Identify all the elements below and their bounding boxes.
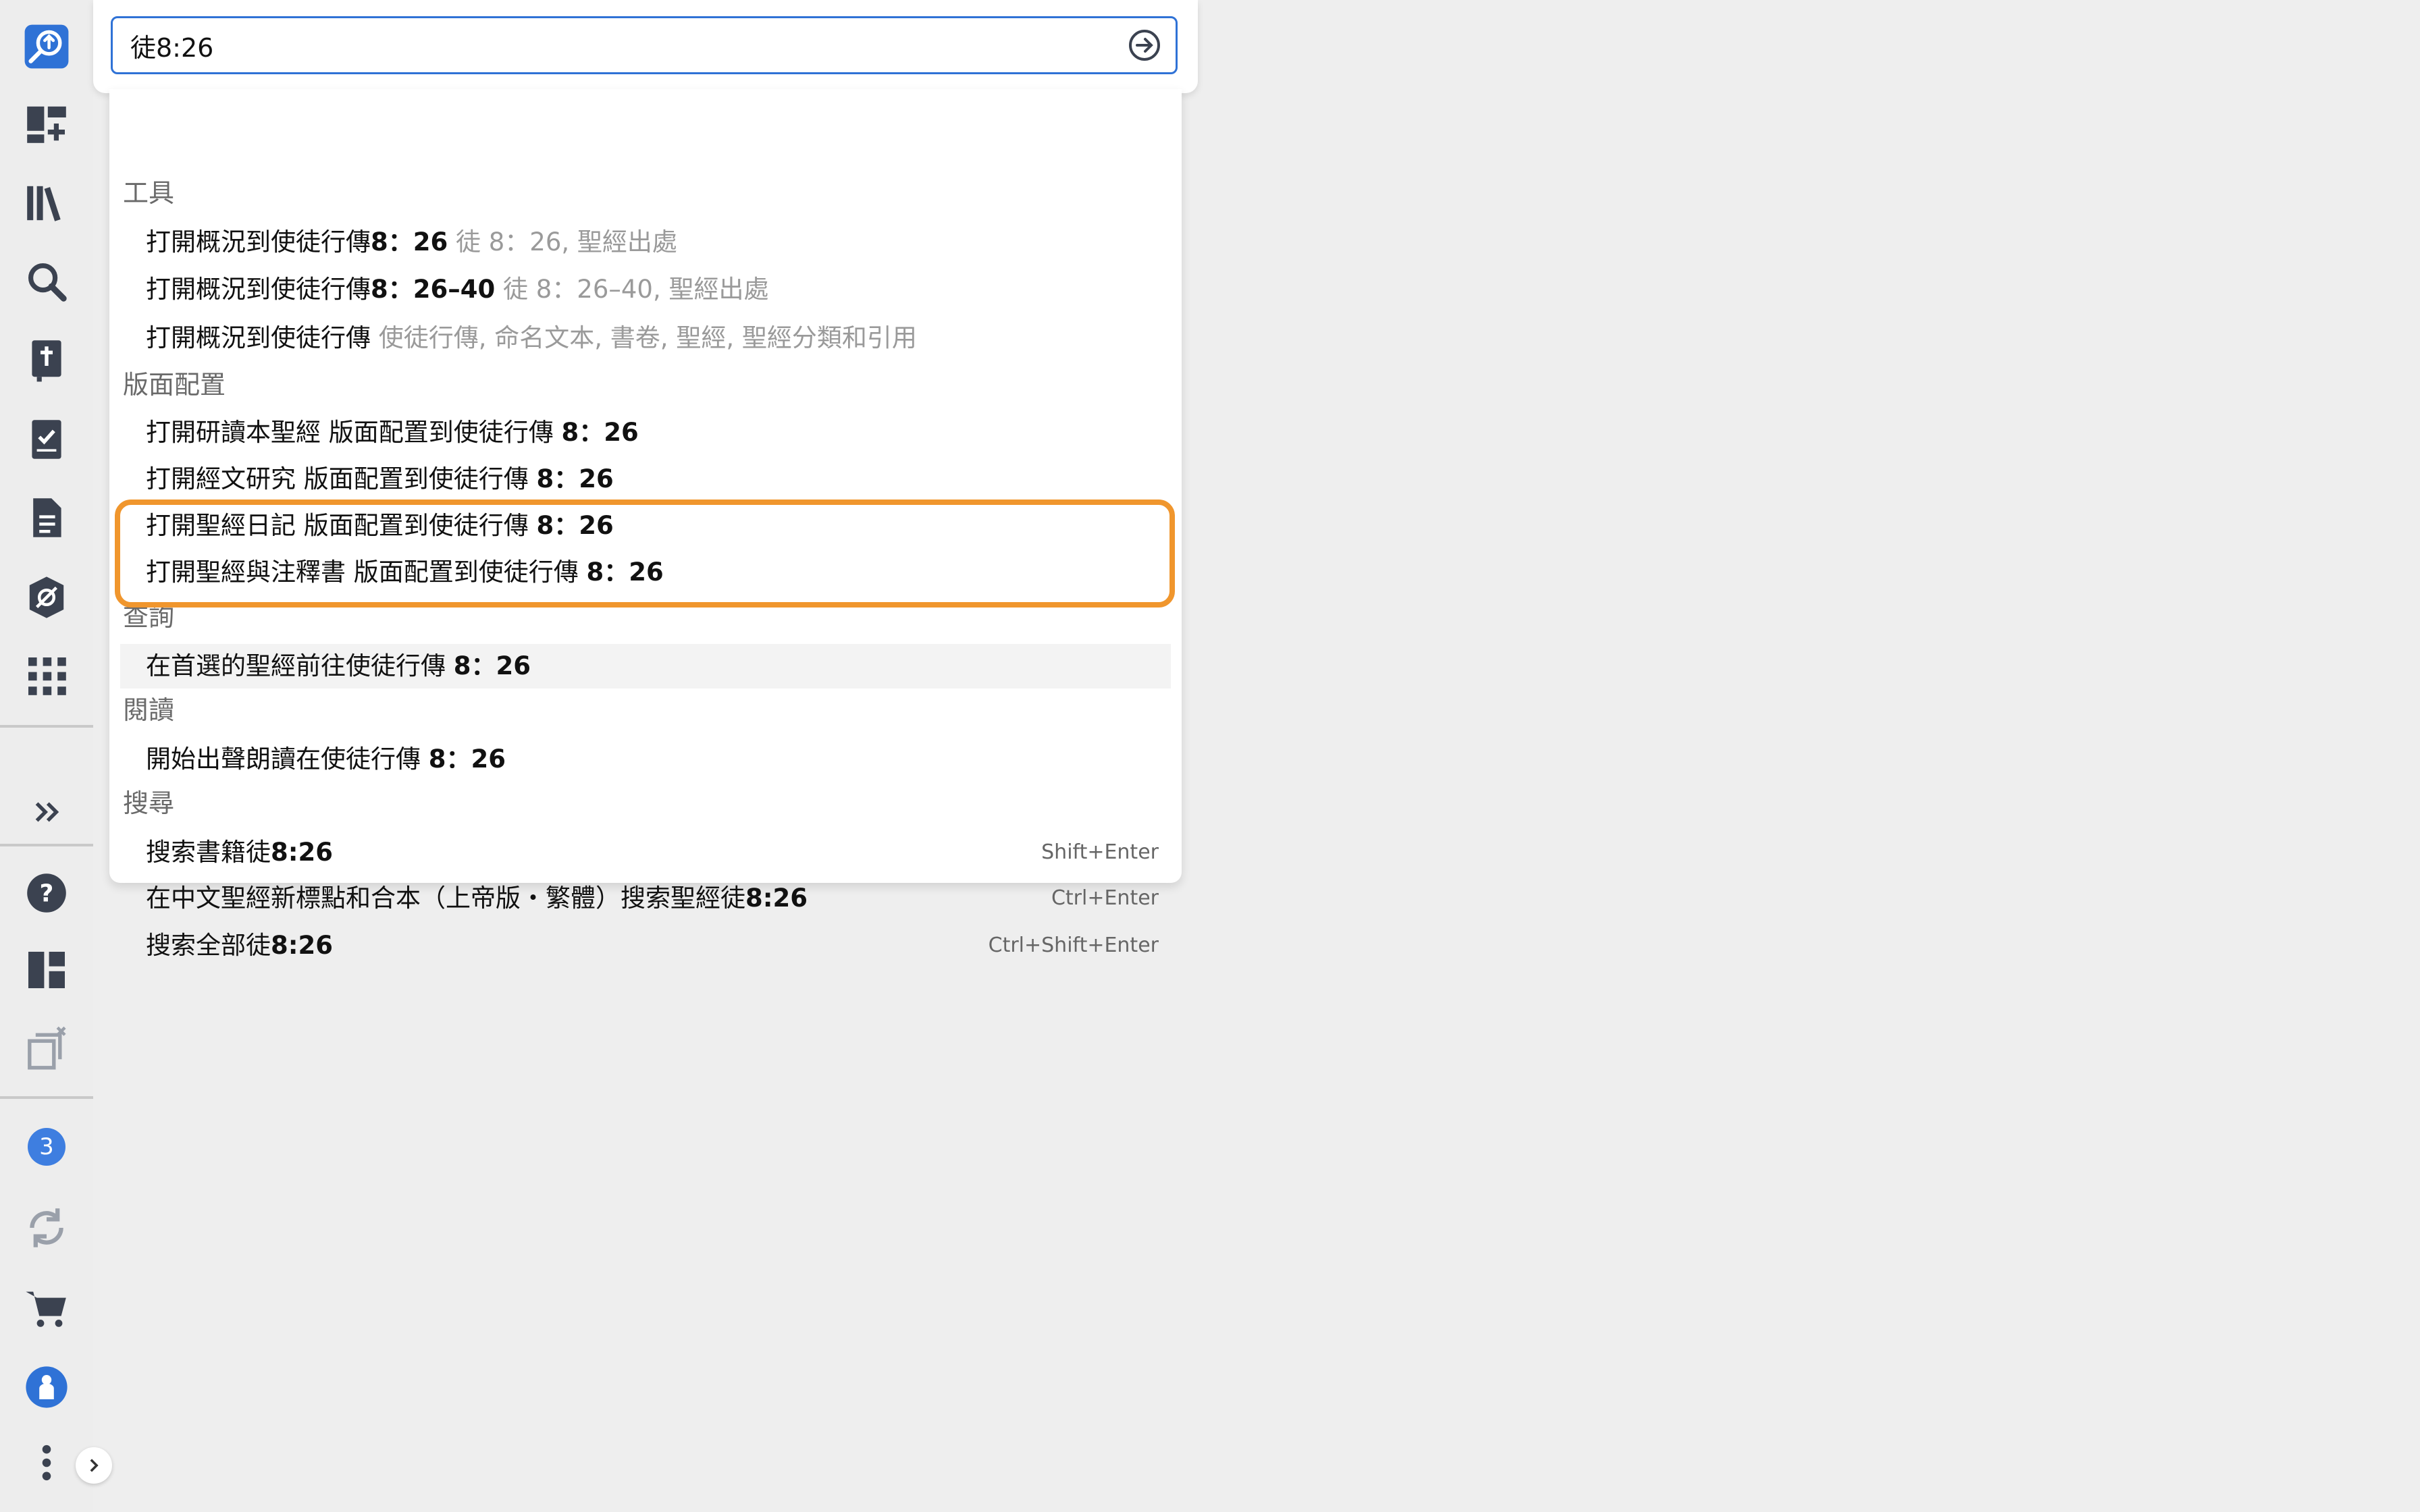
suggestion-item[interactable]: 打開經文研究 版面配置到使徒行傳 8：26 — [120, 457, 1171, 502]
expand-double-chevron-icon[interactable] — [18, 783, 76, 841]
user-avatar-icon[interactable] — [18, 1358, 76, 1416]
suggestion-item[interactable]: 打開概況到使徒行傳8：26 徒 8：26, 聖經出處 — [120, 220, 1171, 265]
group-header-reading: 閱讀 — [123, 695, 175, 725]
sidebar-divider — [0, 844, 93, 846]
suggestion-item[interactable]: 打開概況到使徒行傳8：26–40 徒 8：26–40, 聖經出處 — [120, 267, 1171, 312]
reading-plan-icon[interactable] — [18, 410, 76, 468]
svg-text:?: ? — [40, 880, 54, 908]
notification-count: 3 — [28, 1128, 65, 1166]
suggestion-item[interactable]: 打開聖經日記 版面配置到使徒行傳 8：26 — [120, 504, 1171, 548]
group-header-layouts: 版面配置 — [123, 370, 226, 400]
document-icon[interactable] — [18, 489, 76, 547]
shield-eye-icon[interactable] — [18, 568, 76, 626]
keyboard-shortcut: Ctrl+Shift+Enter — [988, 934, 1159, 957]
layout-panels-icon[interactable] — [18, 941, 76, 999]
bible-icon[interactable] — [18, 331, 76, 389]
suggestion-item-selected[interactable]: 在首選的聖經前往使徒行傳 8：26 — [120, 644, 1171, 688]
suggestion-item[interactable]: 搜索全部徒8:26 Ctrl+Shift+Enter — [120, 923, 1171, 968]
search-icon[interactable] — [18, 252, 76, 310]
notifications-badge[interactable]: 3 — [18, 1118, 76, 1176]
suggestion-item[interactable]: 打開研讀本聖經 版面配置到使徒行傳 8：26 — [120, 410, 1171, 455]
sidebar-divider — [0, 1096, 93, 1099]
group-header-tools: 工具 — [123, 178, 175, 208]
chevron-right-icon — [90, 1459, 99, 1472]
suggestion-item[interactable]: 搜索書籍徒8:26 Shift+Enter — [120, 830, 1171, 875]
sidebar-collapse-button[interactable] — [76, 1447, 112, 1484]
close-panels-icon[interactable] — [18, 1019, 76, 1077]
library-icon[interactable] — [18, 174, 76, 232]
command-bar — [93, 0, 1198, 93]
search-input[interactable] — [113, 18, 1116, 72]
search-box — [111, 16, 1178, 74]
cart-icon[interactable] — [18, 1278, 76, 1336]
suggestion-item[interactable]: 開始出聲朗讀在使徒行傳 8：26 — [120, 737, 1171, 782]
group-header-lookup: 查詢 — [123, 602, 175, 632]
go-arrow-icon[interactable] — [1128, 29, 1161, 61]
group-header-search: 搜尋 — [123, 788, 175, 818]
sidebar-divider — [0, 725, 93, 728]
sync-icon[interactable] — [18, 1199, 76, 1257]
help-icon[interactable]: ? — [18, 864, 76, 922]
suggestions-dropdown: 工具 打開概況到使徒行傳8：26 徒 8：26, 聖經出處 打開概況到使徒行傳8… — [109, 89, 1182, 960]
keyboard-shortcut: Shift+Enter — [1041, 840, 1159, 864]
logos-search-logo-icon[interactable] — [18, 18, 76, 76]
apps-grid-icon[interactable] — [18, 647, 76, 705]
suggestion-item[interactable]: 打開聖經與注釋書 版面配置到使徒行傳 8：26 — [120, 550, 1171, 595]
keyboard-shortcut: Ctrl+Enter — [1051, 886, 1159, 910]
more-vertical-icon[interactable] — [18, 1434, 76, 1492]
suggestion-item[interactable]: 在中文聖經新標點和合本（上帝版・繁體）搜索聖經徒8:26 Ctrl+Enter — [120, 876, 1171, 921]
dashboard-add-icon[interactable] — [18, 94, 76, 153]
left-sidebar: ? 3 — [0, 0, 93, 1512]
suggestion-item[interactable]: 打開概況到使徒行傳 使徒行傳, 命名文本, 書卷, 聖經, 聖經分類和引用 — [120, 316, 1171, 360]
